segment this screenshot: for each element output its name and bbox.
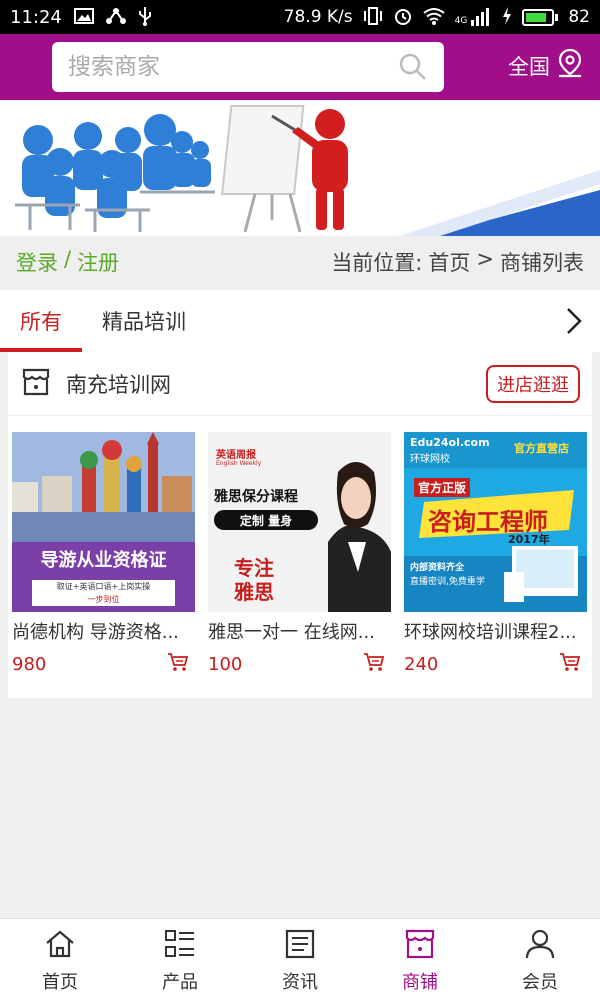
nav-home[interactable]: 首页 [0, 919, 120, 1000]
network-type: 4G [454, 16, 468, 26]
user-icon [524, 929, 556, 964]
product-image[interactable]: Edu24ol.com 环球网校 官方直营店 官方正版 咨询工程师 2017年 … [404, 432, 587, 612]
register-link[interactable]: 注册 [77, 247, 119, 277]
product-title[interactable]: 尚德机构 导游资格... [12, 618, 195, 644]
share-icon [105, 7, 126, 28]
signal-icon: 4G [455, 8, 493, 26]
store-icon [20, 366, 52, 402]
news-icon [284, 929, 316, 964]
breadcrumb-bar: 登录 / 注册 当前位置: 首页 > 商铺列表 [0, 236, 600, 288]
status-time: 11:24 [10, 6, 62, 28]
category-tabs: 所有 精品培训 [0, 290, 600, 352]
nav-label: 资讯 [282, 972, 318, 993]
region-label: 全国 [508, 54, 550, 79]
thumb-foot-2: 直播密训,免费重学 [410, 577, 485, 587]
location-pin-icon [556, 48, 584, 83]
status-bar: 11:24 78.9 K/s 4G 82 [0, 0, 600, 34]
network-speed: 78.9 K/s [283, 7, 353, 27]
login-link[interactable]: 登录 [16, 247, 58, 277]
tab-label: 所有 [20, 310, 62, 334]
breadcrumb-arrow: > [476, 247, 494, 271]
nav-news[interactable]: 资讯 [240, 919, 360, 1000]
product-card[interactable]: 导游从业资格证 取证+英语口语+上岗实操 一步到位 尚德机构 导游资格... 9… [12, 432, 195, 676]
thumb-caption: 导游从业资格证 [40, 550, 167, 571]
wifi-icon [423, 7, 445, 28]
product-card[interactable]: 英语周报 English Weekly 雅思保分课程 定制 量身 专注 雅思 雅… [208, 432, 391, 676]
product-list: 导游从业资格证 取证+英语口语+上岗实操 一步到位 尚德机构 导游资格... 9… [8, 416, 592, 676]
nav-member[interactable]: 会员 [480, 919, 600, 1000]
chevron-right-icon[interactable] [562, 306, 586, 340]
cart-icon[interactable] [167, 652, 189, 676]
image-icon [73, 7, 94, 27]
thumb-brand: 英语周报 [216, 450, 256, 461]
tab-label: 精品培训 [102, 310, 186, 334]
nav-label: 产品 [162, 972, 198, 993]
cart-icon[interactable] [559, 652, 581, 676]
thumb-focus-2: 雅思 [234, 580, 274, 604]
thumb-logo: Edu24ol.com [410, 436, 490, 449]
visit-store-button[interactable]: 进店逛逛 [486, 364, 580, 403]
vibrate-icon [363, 6, 383, 28]
region-selector[interactable]: 全国 [508, 48, 584, 83]
alarm-icon [393, 6, 413, 29]
battery-level: 82 [568, 7, 590, 27]
charging-icon [502, 6, 512, 28]
battery-icon [522, 8, 559, 26]
nav-label: 会员 [522, 972, 558, 993]
search-input[interactable] [68, 54, 398, 80]
breadcrumb-current: 商铺列表 [500, 251, 584, 275]
product-image[interactable]: 导游从业资格证 取证+英语口语+上岗实操 一步到位 [12, 432, 195, 612]
home-icon [44, 929, 76, 964]
shop-card: 南充培训网 进店逛逛 导游从业资格证 取证+英语口语+上岗实操 一步到位 尚德机… [8, 352, 592, 698]
thumb-subcaption-2: 一步到位 [87, 595, 120, 604]
login-register-links: 登录 / 注册 [16, 247, 119, 277]
nav-products[interactable]: 产品 [120, 919, 240, 1000]
thumb-logo-sub: 环球网校 [410, 454, 450, 465]
search-icon[interactable] [398, 52, 428, 82]
shop-name[interactable]: 南充培训网 [66, 369, 171, 399]
usb-icon [138, 6, 152, 29]
store-icon [404, 929, 436, 964]
nav-label: 首页 [42, 972, 78, 993]
cart-icon[interactable] [363, 652, 385, 676]
banner-image[interactable] [0, 100, 600, 236]
breadcrumb-label: 当前位置: [331, 251, 423, 275]
product-price: 100 [208, 653, 243, 675]
tab-all[interactable]: 所有 [0, 290, 82, 352]
tab-premium-training[interactable]: 精品培训 [82, 290, 206, 352]
thumb-year: 2017年 [508, 533, 550, 546]
product-title[interactable]: 雅思一对一 在线网... [208, 618, 391, 644]
thumb-badge: 官方正版 [414, 478, 471, 497]
login-separator: / [64, 247, 72, 271]
list-icon [164, 929, 196, 964]
search-box[interactable] [52, 42, 444, 92]
thumb-tag: 定制 量身 [239, 514, 293, 528]
nav-stores[interactable]: 商铺 [360, 919, 480, 1000]
breadcrumb-home[interactable]: 首页 [428, 247, 470, 277]
product-price: 980 [12, 653, 47, 675]
breadcrumb: 当前位置: 首页 > 商铺列表 [331, 247, 584, 277]
product-price: 240 [404, 653, 439, 675]
product-title[interactable]: 环球网校培训课程2... [404, 618, 587, 644]
thumb-store: 官方直营店 [514, 442, 569, 455]
thumb-subcaption: 取证+英语口语+上岗实操 [56, 582, 151, 591]
thumb-headline: 雅思保分课程 [214, 489, 298, 505]
nav-label: 商铺 [402, 972, 438, 993]
product-image[interactable]: 英语周报 English Weekly 雅思保分课程 定制 量身 专注 雅思 [208, 432, 391, 612]
shop-header: 南充培训网 进店逛逛 [8, 352, 592, 416]
thumb-brand-sub: English Weekly [216, 460, 262, 467]
product-card[interactable]: Edu24ol.com 环球网校 官方直营店 官方正版 咨询工程师 2017年 … [404, 432, 587, 676]
thumb-foot-1: 内部资料齐全 [410, 563, 465, 573]
app-header: 全国 [0, 34, 600, 100]
bottom-nav: 首页 产品 资讯 商铺 会员 [0, 918, 600, 1000]
